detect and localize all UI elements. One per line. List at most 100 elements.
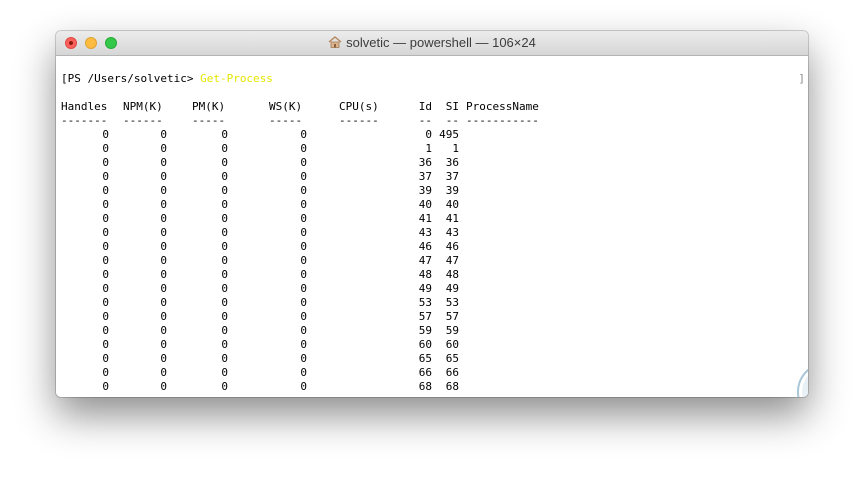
cell-ws: 0 — [300, 296, 307, 309]
cell-pm: 0 — [221, 254, 228, 267]
cell-si: 40 — [445, 198, 459, 211]
cell-handles: 0 — [102, 254, 109, 267]
table-row: 0 0 0 0 60 60 — [61, 338, 621, 352]
sep-handles: ------- — [61, 114, 108, 127]
prompt-text: [PS /Users/solvetic> — [61, 72, 201, 85]
cell-id: 49 — [418, 282, 432, 295]
cell-handles: 0 — [102, 268, 109, 281]
cell-ws: 0 — [300, 338, 307, 351]
cell-pm: 0 — [221, 268, 228, 281]
sep-npm: ------ — [123, 114, 163, 127]
cell-handles: 0 — [102, 352, 109, 365]
cell-id: 40 — [418, 198, 432, 211]
cell-si: 495 — [439, 128, 459, 141]
cell-handles: 0 — [102, 366, 109, 379]
cell-si: 68 — [445, 380, 459, 393]
cell-handles: 0 — [102, 296, 109, 309]
cell-si: 66 — [445, 366, 459, 379]
sep-id: -- — [418, 114, 432, 127]
table-row: 0 0 0 0 47 47 — [61, 254, 621, 268]
cell-pm: 0 — [221, 240, 228, 253]
header-si: SI — [445, 100, 459, 113]
cell-ws: 0 — [300, 212, 307, 225]
cell-pm: 0 — [221, 156, 228, 169]
cell-npm: 0 — [160, 282, 167, 295]
cell-npm: 0 — [160, 128, 167, 141]
cell-id: 41 — [418, 212, 432, 225]
cell-npm: 0 — [160, 380, 167, 393]
cell-npm: 0 — [160, 156, 167, 169]
cell-id: 0 — [425, 128, 432, 141]
cell-si: 41 — [445, 212, 459, 225]
table-row: 0 0 0 0 53 53 — [61, 296, 621, 310]
cell-handles: 0 — [102, 142, 109, 155]
cell-id: 66 — [418, 366, 432, 379]
cell-pm: 0 — [221, 366, 228, 379]
cell-npm: 0 — [160, 338, 167, 351]
cell-handles: 0 — [102, 170, 109, 183]
cell-npm: 0 — [160, 142, 167, 155]
cell-npm: 0 — [160, 198, 167, 211]
cell-pm: 0 — [221, 296, 228, 309]
cell-ws: 0 — [300, 156, 307, 169]
table-row: 0 0 0 0 40 40 — [61, 198, 621, 212]
cell-handles: 0 — [102, 282, 109, 295]
header-cpu: CPU(s) — [339, 100, 379, 113]
cell-handles: 0 — [102, 310, 109, 323]
cell-si: 36 — [445, 156, 459, 169]
cell-id: 68 — [418, 380, 432, 393]
terminal-content[interactable]: [PS /Users/solvetic> Get-Process ] Handl… — [56, 56, 808, 397]
cell-pm: 0 — [221, 170, 228, 183]
cell-ws: 0 — [300, 268, 307, 281]
cell-pm: 0 — [221, 212, 228, 225]
cell-id: 48 — [418, 268, 432, 281]
table-row: 0 0 0 0 0 495 — [61, 128, 621, 142]
table-row: 0 0 0 0 68 68 — [61, 380, 621, 394]
cell-si: 59 — [445, 324, 459, 337]
cell-pm: 0 — [221, 338, 228, 351]
cell-handles: 0 — [102, 198, 109, 211]
cell-handles: 0 — [102, 380, 109, 393]
cell-si: 46 — [445, 240, 459, 253]
cell-id: 46 — [418, 240, 432, 253]
cell-handles: 0 — [102, 128, 109, 141]
cell-si: 43 — [445, 226, 459, 239]
table-row: 0 0 0 0 59 59 — [61, 324, 621, 338]
sep-ws: ----- — [269, 114, 303, 127]
command-text: Get-Process — [200, 72, 273, 85]
cell-id: 53 — [418, 296, 432, 309]
cell-ws: 0 — [300, 282, 307, 295]
title-bar[interactable]: solvetic — powershell — 106×24 — [56, 31, 808, 56]
cell-npm: 0 — [160, 268, 167, 281]
process-table: Handles NPM(K) PM(K) WS(K) CPU(s) Id SI … — [61, 100, 621, 394]
cell-ws: 0 — [300, 198, 307, 211]
cell-handles: 0 — [102, 226, 109, 239]
cell-handles: 0 — [102, 212, 109, 225]
line-end-marker: ] — [798, 72, 805, 85]
cell-npm: 0 — [160, 352, 167, 365]
cell-id: 47 — [418, 254, 432, 267]
cell-si: 57 — [445, 310, 459, 323]
table-row: 0 0 0 0 41 41 — [61, 212, 621, 226]
table-row: 0 0 0 0 36 36 — [61, 156, 621, 170]
cell-npm: 0 — [160, 226, 167, 239]
cell-npm: 0 — [160, 170, 167, 183]
table-row: 0 0 0 0 49 49 — [61, 282, 621, 296]
window-title: solvetic — powershell — 106×24 — [56, 35, 808, 50]
cell-ws: 0 — [300, 240, 307, 253]
cell-ws: 0 — [300, 380, 307, 393]
cell-npm: 0 — [160, 212, 167, 225]
cell-handles: 0 — [102, 240, 109, 253]
cell-ws: 0 — [300, 324, 307, 337]
cell-id: 43 — [418, 226, 432, 239]
cell-si: 37 — [445, 170, 459, 183]
window-title-text: solvetic — powershell — 106×24 — [346, 35, 536, 50]
cell-ws: 0 — [300, 254, 307, 267]
terminal-window: solvetic — powershell — 106×24 [PS /User… — [56, 31, 808, 397]
table-row: 0 0 0 0 65 65 — [61, 352, 621, 366]
table-row: 0 0 0 0 48 48 — [61, 268, 621, 282]
cell-handles: 0 — [102, 184, 109, 197]
sep-cpu: ------ — [339, 114, 379, 127]
cell-pm: 0 — [221, 352, 228, 365]
cell-si: 39 — [445, 184, 459, 197]
